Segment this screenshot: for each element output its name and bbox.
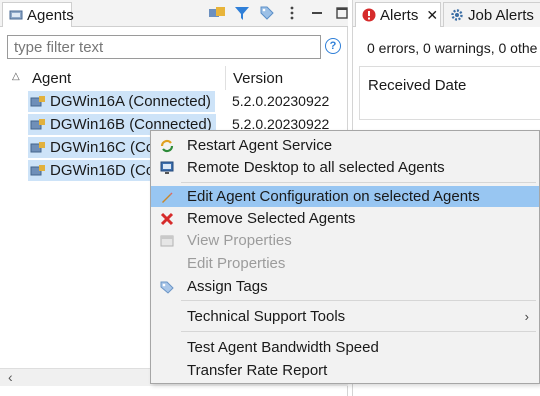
menu-item-label: Remote Desktop to all selected Agents bbox=[187, 159, 445, 176]
pencil-icon bbox=[159, 189, 175, 205]
menu-item-label: Technical Support Tools bbox=[187, 308, 346, 325]
red-x-icon bbox=[159, 211, 175, 227]
menu-item-assign-tags[interactable]: Assign Tags bbox=[151, 276, 539, 297]
menu-item-edit-properties[interactable]: Edit Properties bbox=[151, 253, 539, 274]
agent-name: DGWin16C (Co bbox=[50, 139, 155, 156]
agents-tabbar: Agents bbox=[0, 0, 348, 27]
menu-item-remove-selected-agents[interactable]: Remove Selected Agents bbox=[151, 208, 539, 229]
view-menu-icon[interactable] bbox=[283, 4, 301, 22]
agents-tab-icon bbox=[9, 8, 23, 22]
menu-item-test-agent-bandwidth[interactable]: Test Agent Bandwidth Speed bbox=[151, 337, 539, 358]
menu-item-edit-agent-configuration[interactable]: Edit Agent Configuration on selected Age… bbox=[151, 186, 539, 207]
tab-agents-label: Agents bbox=[27, 6, 74, 24]
agent-name: DGWin16D (Co bbox=[50, 162, 155, 179]
menu-separator bbox=[181, 331, 536, 332]
monitor-icon bbox=[159, 160, 175, 176]
alerts-tabbar: Alerts ✕ Job Alerts bbox=[353, 0, 540, 27]
tab-agents[interactable]: Agents bbox=[2, 2, 74, 27]
tab-alerts-label: Alerts bbox=[380, 6, 419, 24]
column-header-agent[interactable]: Agent bbox=[32, 66, 71, 90]
filter-icon[interactable] bbox=[233, 4, 251, 22]
agent-version: 5.2.0.20230922 bbox=[232, 93, 330, 109]
alert-icon bbox=[362, 8, 376, 22]
agent-row[interactable]: DGWin16D (Co bbox=[28, 160, 159, 181]
menu-item-label: Transfer Rate Report bbox=[187, 362, 328, 379]
menu-item-remote-desktop[interactable]: Remote Desktop to all selected Agents bbox=[151, 157, 539, 178]
gear-icon bbox=[450, 8, 464, 22]
agents-toolbar bbox=[208, 4, 351, 22]
menu-item-technical-support-tools[interactable]: Technical Support Tools › bbox=[151, 306, 539, 327]
agent-icon bbox=[30, 164, 46, 178]
menu-item-label: View Properties bbox=[187, 232, 292, 249]
agent-icon bbox=[30, 118, 46, 132]
menu-item-label: Test Agent Bandwidth Speed bbox=[187, 339, 379, 356]
minimize-icon[interactable] bbox=[308, 4, 326, 22]
menu-item-label: Restart Agent Service bbox=[187, 137, 333, 154]
agent-row[interactable]: DGWin16C (Co bbox=[28, 137, 159, 158]
close-icon[interactable]: ✕ bbox=[426, 7, 438, 24]
help-icon[interactable]: ? bbox=[325, 38, 341, 54]
tab-alerts[interactable]: Alerts ✕ bbox=[355, 2, 441, 27]
menu-separator bbox=[181, 300, 536, 301]
maximize-icon[interactable] bbox=[333, 4, 351, 22]
column-divider[interactable] bbox=[225, 66, 226, 90]
tab-job-alerts-label: Job Alerts bbox=[468, 6, 534, 24]
restart-icon bbox=[159, 138, 175, 154]
menu-separator bbox=[181, 182, 536, 183]
submenu-arrow-icon: › bbox=[524, 309, 529, 324]
agent-icon bbox=[30, 95, 46, 109]
scroll-left-icon[interactable]: ‹ bbox=[8, 369, 13, 385]
column-header-version[interactable]: Version bbox=[233, 66, 283, 90]
agent-row[interactable]: DGWin16A (Connected) bbox=[28, 91, 215, 112]
column-header-received-date[interactable]: Received Date bbox=[368, 77, 466, 94]
filter-input[interactable]: type filter text bbox=[7, 35, 321, 59]
context-menu: Restart Agent Service Remote Desktop to … bbox=[150, 130, 540, 384]
menu-item-label: Edit Properties bbox=[187, 255, 286, 272]
tab-job-alerts[interactable]: Job Alerts bbox=[443, 2, 540, 27]
menu-item-view-properties[interactable]: View Properties bbox=[151, 230, 539, 251]
menu-item-label: Assign Tags bbox=[187, 278, 268, 295]
properties-icon bbox=[159, 233, 175, 249]
agent-manage-icon[interactable] bbox=[208, 4, 226, 22]
agent-icon bbox=[30, 141, 46, 155]
alerts-table-header: Received Date bbox=[359, 66, 540, 120]
menu-item-transfer-rate-report[interactable]: Transfer Rate Report bbox=[151, 360, 539, 381]
alerts-summary: 0 errors, 0 warnings, 0 othe bbox=[367, 40, 538, 56]
menu-item-label: Remove Selected Agents bbox=[187, 210, 356, 227]
agent-name: DGWin16A (Connected) bbox=[50, 93, 211, 110]
tag-icon bbox=[159, 279, 175, 295]
filter-placeholder: type filter text bbox=[14, 38, 104, 56]
tag-filter-icon[interactable] bbox=[258, 4, 276, 22]
menu-item-restart-agent-service[interactable]: Restart Agent Service bbox=[151, 135, 539, 156]
sort-up-icon[interactable]: △ bbox=[12, 71, 20, 82]
menu-item-label: Edit Agent Configuration on selected Age… bbox=[187, 188, 480, 205]
